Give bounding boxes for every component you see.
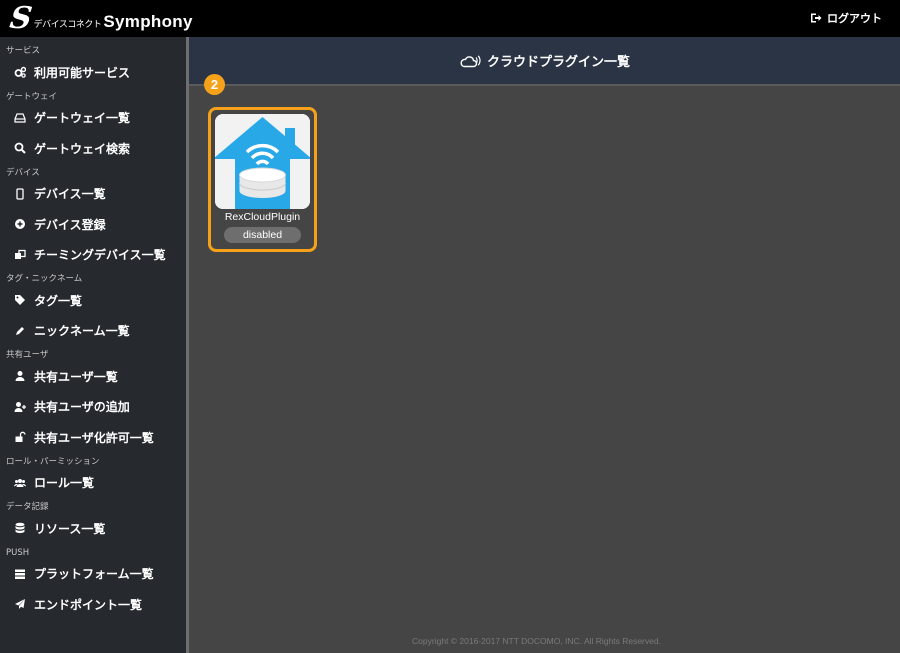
sidebar-section-title: ゲートウェイ [6,91,58,102]
footer-copyright: Copyright © 2016-2017 NTT DOCOMO, INC. A… [412,636,661,646]
sidebar-item-label: プラットフォーム一覧 [34,567,154,582]
sidebar-item-label: 利用可能サービス [34,65,131,80]
search-icon [13,142,26,155]
sidebar-item-label: 共有ユーザ一覧 [34,369,118,384]
logo-mark: S [7,0,35,36]
server-icon [13,567,26,580]
logo-jp-text: デバイスコネクト [33,20,102,30]
drive-icon [13,111,26,124]
sidebar-item-label: ロール一覧 [34,476,95,491]
home-database-icon [215,114,310,209]
sidebar-item-label: デバイス登録 [34,217,106,232]
sidebar-section-title: 共有ユーザ [6,350,49,360]
sidebar-section-title: サービス [6,46,41,56]
plus-circle-icon [13,218,26,231]
sidebar-item-label: デバイス一覧 [34,187,106,202]
sidebar-item[interactable]: プラットフォーム一覧 [0,559,186,590]
sidebar-item[interactable]: タグ一覧 [0,285,186,316]
sidebar-item[interactable]: チーミングデバイス一覧 [0,240,186,271]
sidebar-item[interactable]: 利用可能サービス [0,57,186,88]
sidebar: サービス利用可能サービスゲートウェイゲートウェイ一覧 ゲートウェイ検索デバイスデバ… [0,37,186,653]
page-title: クラウドプラグイン一覧 [486,55,630,70]
sidebar-section-title: データ記録 [6,502,49,512]
logout-label: ログアウト [827,12,882,25]
sidebar-section-title: PUSH [6,547,30,558]
pencil-icon [13,324,26,337]
sidebar-item[interactable]: ゲートウェイ一覧 [0,103,186,134]
user-icon [13,370,26,383]
sidebar-item-label: 共有ユーザの追加 [34,400,130,415]
sidebar-item-label: ニックネーム一覧 [34,324,130,339]
sidebar-item-label: 共有ユーザ化許可一覧 [34,430,154,445]
app-logo[interactable]: S デバイスコネクト Symphony [7,0,193,36]
sidebar-item[interactable]: 共有ユーザ一覧 [0,361,186,392]
database-icon [13,522,26,535]
sidebar-item-label: ゲートウェイ一覧 [34,111,131,126]
plugin-card[interactable]: RexCloudPlugin disabled [208,107,317,252]
sidebar-item-label: チーミングデバイス一覧 [34,248,166,263]
sign-out-icon [811,13,822,23]
sidebar-item-label: タグ一覧 [34,293,83,308]
sidebar-item[interactable]: ニックネーム一覧 [0,316,186,347]
user-plus-icon [13,400,26,413]
sidebar-item-label: ゲートウェイ検索 [34,141,131,156]
sidebar-item[interactable]: リソース一覧 [0,513,186,544]
tags-icon [13,294,26,307]
top-bar: S デバイスコネクト Symphony ログアウト [0,0,900,37]
unlock-icon [13,431,26,444]
sidebar-item[interactable]: 共有ユーザの追加 [0,392,186,423]
cogs-icon [13,66,26,79]
page-header: クラウドプラグイン一覧 [189,37,900,84]
sidebar-item[interactable]: デバイス登録 [0,209,186,240]
sidebar-section-title: タグ・ニックネーム [6,274,83,284]
sidebar-item-label: エンドポイント一覧 [34,597,143,612]
sidebar-item[interactable]: ロール一覧 [0,468,186,499]
sidebar-item[interactable]: ゲートウェイ検索 [0,133,186,164]
plugin-icon [215,114,310,209]
sidebar-item-label: リソース一覧 [34,521,106,536]
logout-button[interactable]: ログアウト [810,10,882,26]
cloud-icon [460,54,481,67]
mobile-icon [13,187,26,200]
logo-en-text: Symphony [103,11,193,31]
sidebar-item[interactable]: 共有ユーザ化許可一覧 [0,422,186,453]
plugin-name: RexCloudPlugin [224,211,301,223]
sidebar-section-title: ロール・パーミッション [6,456,100,467]
sidebar-section-title: デバイス [6,167,40,178]
plugin-status-badge: disabled [224,227,301,243]
step-badge: 2 [204,74,225,95]
paper-plane-icon [13,598,26,611]
sidebar-item[interactable]: エンドポイント一覧 [0,589,186,620]
sidebar-item[interactable]: デバイス一覧 [0,179,186,210]
users-icon [13,476,26,489]
clone-icon [13,248,26,261]
